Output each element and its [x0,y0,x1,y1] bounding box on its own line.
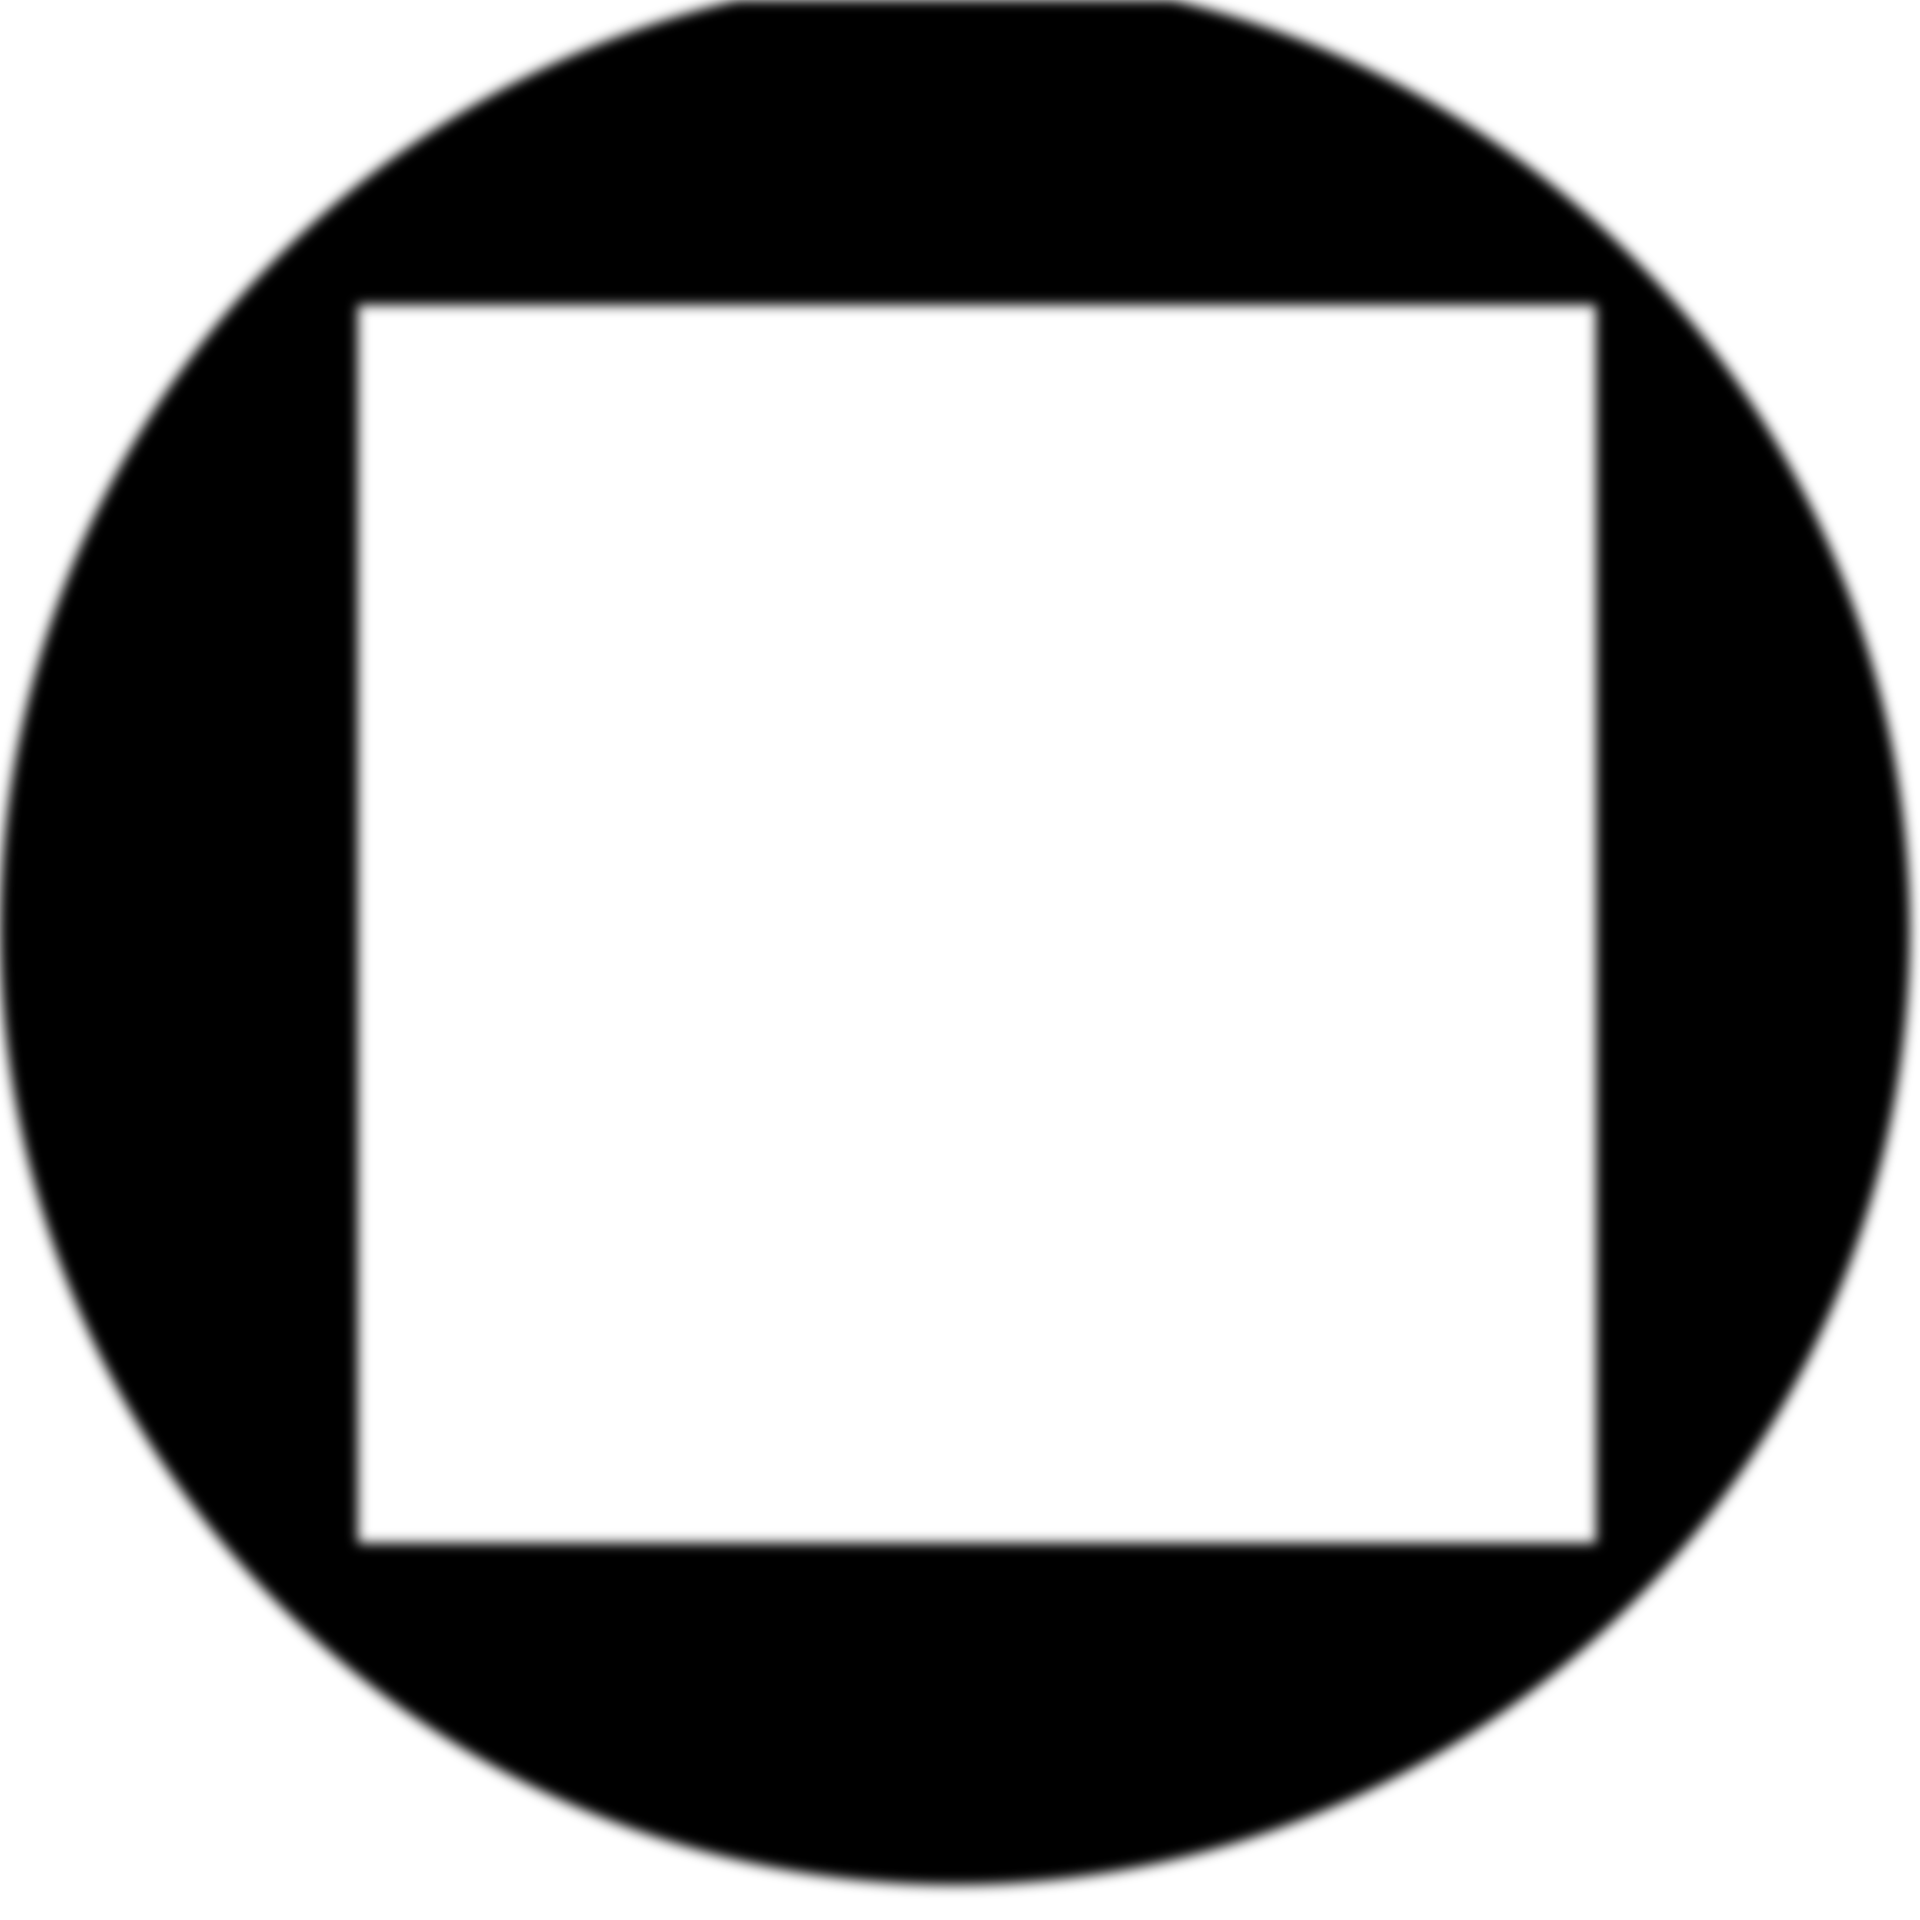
stop-icon[interactable] [0,0,1920,1920]
stop-icon-square [358,305,1596,1543]
icon-canvas [0,0,1920,1920]
